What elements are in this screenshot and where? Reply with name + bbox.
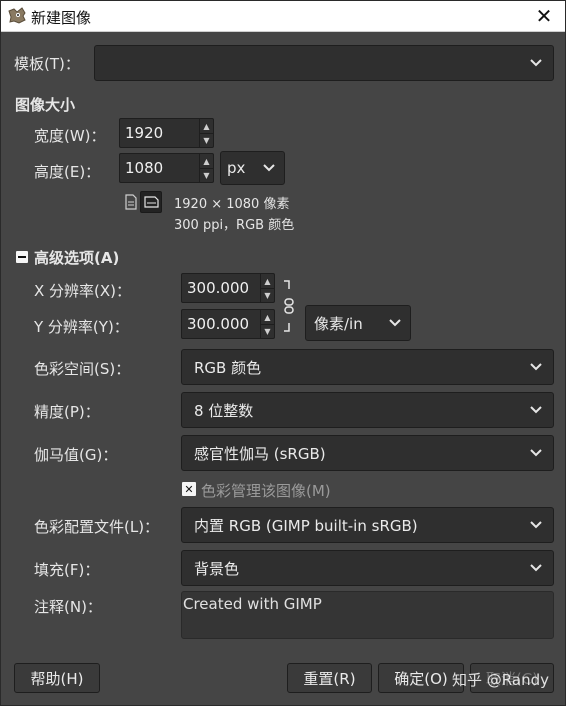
down-arrow-icon[interactable]: ▼ [200, 168, 213, 182]
color-space-label: 色彩空间(S)： [34, 360, 131, 378]
width-value: 1920 [125, 124, 164, 142]
x-resolution-input[interactable]: 300.000 ▲ ▼ [181, 273, 275, 303]
precision-select[interactable]: 8 位整数 [181, 392, 554, 428]
chevron-down-icon [530, 449, 542, 457]
y-resolution-spinner[interactable]: ▲ ▼ [260, 310, 274, 338]
color-profile-label: 色彩配置文件(L)： [34, 518, 160, 536]
down-arrow-icon[interactable]: ▼ [261, 288, 274, 302]
fill-value: 背景色 [194, 559, 240, 578]
y-resolution-value: 300.000 [187, 315, 250, 333]
collapse-icon[interactable] [16, 251, 28, 263]
help-button[interactable]: 帮助(H) [14, 663, 100, 693]
size-info-line2: 300 ppi，RGB 颜色 [174, 218, 295, 233]
reset-button[interactable]: 重置(R) [287, 663, 372, 693]
x-resolution-label: X 分辨率(X)： [34, 282, 132, 300]
down-arrow-icon[interactable]: ▼ [200, 133, 213, 147]
y-resolution-input[interactable]: 300.000 ▲ ▼ [181, 309, 275, 339]
height-input[interactable]: 1080 ▲ ▼ [119, 153, 214, 183]
portrait-icon[interactable] [124, 194, 138, 210]
window-title: 新建图像 [31, 9, 92, 27]
resolution-unit-select[interactable]: 像素/in [305, 305, 411, 341]
title-bar: 新建图像 ✕ [1, 1, 565, 32]
chevron-down-icon [530, 521, 542, 529]
comment-textarea[interactable]: Created with GIMP [181, 591, 554, 639]
width-spinner[interactable]: ▲ ▼ [199, 119, 213, 147]
chevron-down-icon [530, 363, 542, 371]
height-value: 1080 [125, 159, 164, 177]
gamma-select[interactable]: 感官性伽马 (sRGB) [181, 435, 554, 471]
close-button[interactable]: ✕ [529, 4, 559, 28]
up-arrow-icon[interactable]: ▲ [200, 154, 213, 168]
template-select[interactable] [94, 45, 554, 81]
landscape-icon [144, 196, 159, 208]
chevron-down-icon [530, 59, 542, 67]
down-arrow-icon[interactable]: ▼ [261, 324, 274, 338]
gamma-label: 伽马值(G)： [34, 446, 118, 464]
landscape-toggle[interactable] [140, 191, 162, 213]
chain-link-icon[interactable] [282, 279, 296, 333]
watermark: 知乎 @Randy [452, 671, 549, 689]
chevron-down-icon [530, 564, 542, 572]
up-arrow-icon[interactable]: ▲ [261, 310, 274, 324]
comment-value: Created with GIMP [183, 595, 322, 613]
color-manage-label[interactable]: 色彩管理该图像(M) [201, 480, 331, 501]
image-size-heading: 图像大小 [15, 96, 76, 114]
resolution-unit-value: 像素/in [314, 314, 363, 333]
x-resolution-spinner[interactable]: ▲ ▼ [260, 274, 274, 302]
precision-label: 精度(P)： [34, 403, 100, 421]
gimp-app-icon [8, 7, 26, 24]
color-profile-select[interactable]: 内置 RGB (GIMP built-in sRGB) [181, 507, 554, 543]
chevron-down-icon [263, 164, 275, 172]
color-profile-value: 内置 RGB (GIMP built-in sRGB) [194, 516, 418, 535]
up-arrow-icon[interactable]: ▲ [200, 119, 213, 133]
close-icon: ✕ [535, 4, 553, 28]
gamma-value: 感官性伽马 (sRGB) [194, 444, 326, 463]
width-label: 宽度(W)： [34, 127, 106, 145]
new-image-dialog: 新建图像 ✕ 模板(T)： 图像大小 宽度(W)： 1920 ▲ ▼ 高度(E)：… [0, 0, 566, 706]
size-unit-value: px [227, 159, 246, 177]
chevron-down-icon [530, 406, 542, 414]
up-arrow-icon[interactable]: ▲ [261, 274, 274, 288]
size-info-line1: 1920 × 1080 像素 [174, 197, 290, 212]
comment-label: 注释(N)： [34, 598, 102, 616]
color-space-select[interactable]: RGB 颜色 [181, 349, 554, 385]
height-label: 高度(E)： [34, 163, 101, 181]
size-unit-select[interactable]: px [220, 151, 285, 185]
x-resolution-value: 300.000 [187, 279, 250, 297]
color-space-value: RGB 颜色 [194, 358, 262, 377]
height-spinner[interactable]: ▲ ▼ [199, 154, 213, 182]
chevron-down-icon [389, 319, 401, 327]
fill-select[interactable]: 背景色 [181, 550, 554, 586]
width-input[interactable]: 1920 ▲ ▼ [119, 118, 214, 148]
template-label: 模板(T)： [14, 55, 80, 73]
fill-label: 填充(F)： [34, 561, 100, 579]
precision-value: 8 位整数 [194, 401, 254, 420]
advanced-heading[interactable]: 高级选项(A) [34, 247, 119, 268]
y-resolution-label: Y 分辨率(Y)： [34, 318, 129, 336]
color-manage-checkbox[interactable]: ✕ [182, 482, 196, 496]
